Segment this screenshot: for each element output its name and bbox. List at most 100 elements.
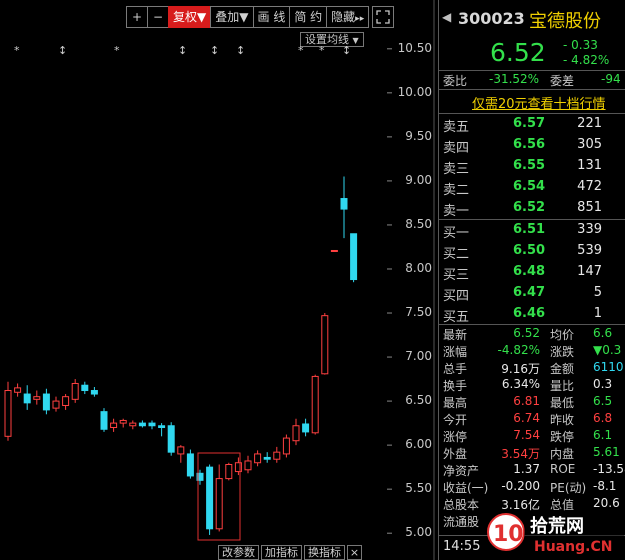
weibi-label: 委比 — [443, 74, 468, 88]
stat-value: -8.1 — [593, 479, 617, 493]
candle[interactable] — [52, 396, 60, 412]
sell-level-row[interactable]: 卖一 6.52 851 — [443, 200, 625, 221]
candle[interactable] — [167, 422, 175, 456]
candle[interactable] — [263, 452, 271, 463]
stat-label: 涨跌 — [550, 345, 575, 359]
event-marker[interactable]: * — [298, 44, 304, 57]
candle[interactable] — [292, 418, 300, 446]
candle[interactable] — [350, 233, 358, 283]
candle[interactable] — [71, 379, 79, 403]
candle[interactable] — [177, 445, 185, 463]
candle-body — [206, 466, 214, 530]
candle[interactable] — [81, 381, 89, 395]
nav-left-icon[interactable]: ◀ — [442, 10, 451, 24]
sell-level-price: 6.52 — [513, 200, 546, 215]
candle[interactable] — [138, 420, 146, 428]
buy-level-row[interactable]: 买四 6.47 5 — [443, 285, 625, 306]
candle[interactable] — [110, 418, 118, 432]
candle[interactable] — [311, 374, 319, 435]
candle[interactable] — [33, 390, 41, 405]
zoom-out-button[interactable]: − — [147, 6, 169, 28]
yincang-button[interactable]: 隐藏▸▸ — [326, 6, 370, 28]
candle[interactable] — [282, 434, 290, 458]
sell-level-row[interactable]: 卖五 6.57 221 — [443, 116, 625, 137]
sell-level-price: 6.56 — [513, 137, 546, 152]
huaxian-button[interactable]: 画 线 — [252, 6, 291, 28]
buy-level-volume: 339 — [577, 222, 602, 237]
event-marker[interactable]: * — [14, 44, 20, 57]
divider — [439, 324, 625, 325]
stat-label: 昨收 — [550, 413, 575, 427]
event-marker[interactable]: * — [319, 44, 325, 57]
buy-level-row[interactable]: 买一 6.51 339 — [443, 222, 625, 243]
event-marker[interactable]: ↕ — [58, 44, 67, 57]
candle[interactable] — [340, 176, 348, 239]
candle[interactable] — [4, 381, 12, 441]
buy-level-price: 6.50 — [513, 243, 546, 258]
expand-icon[interactable] — [372, 6, 395, 28]
candle[interactable] — [14, 383, 22, 397]
candle[interactable] — [90, 386, 98, 397]
level2-promo-link[interactable]: 仅需20元查看十档行情 — [472, 93, 606, 112]
price-tick-label: 10.00 — [397, 84, 432, 99]
candle-body — [340, 198, 348, 210]
stock-code: 300023 — [458, 9, 525, 28]
candle[interactable] — [206, 464, 214, 535]
price-tick-label: 5.00 — [405, 525, 432, 540]
buy-level-row[interactable]: 买三 6.48 147 — [443, 264, 625, 285]
candlestick-chart[interactable] — [0, 0, 438, 560]
candle[interactable] — [100, 408, 108, 432]
candle[interactable] — [23, 385, 31, 410]
stat-value: 6.1 — [593, 428, 613, 442]
event-marker[interactable]: ↕ — [236, 44, 245, 57]
buy-level-price: 6.46 — [513, 306, 546, 321]
double-chevron-right-icon: ▸▸ — [355, 14, 365, 24]
buy-level-volume: 5 — [593, 285, 602, 300]
candle[interactable] — [244, 455, 252, 474]
candle-body — [225, 463, 233, 480]
buy-level-label: 买四 — [443, 289, 470, 304]
candle[interactable] — [215, 464, 223, 532]
event-marker[interactable]: ↕ — [210, 44, 219, 57]
change-params-button[interactable]: 改参数 — [218, 545, 259, 560]
candle[interactable] — [148, 420, 156, 430]
watermark-url: Huang.CN — [534, 539, 612, 555]
candle[interactable] — [42, 388, 50, 415]
stat-row: 最新 6.52 均价 6.6 — [443, 326, 625, 343]
event-marker[interactable]: ↕ — [178, 44, 187, 57]
buy-level-row[interactable]: 买二 6.50 539 — [443, 243, 625, 264]
sell-level-row[interactable]: 卖二 6.54 472 — [443, 179, 625, 200]
stock-name: 宝德股份 — [529, 11, 601, 32]
event-marker[interactable]: * — [114, 44, 120, 57]
candle[interactable] — [62, 394, 70, 410]
switch-indicator-button[interactable]: 换指标 — [304, 545, 345, 560]
candle[interactable] — [254, 450, 262, 467]
fuquan-dropdown[interactable]: 复权▼ — [168, 6, 212, 28]
diejia-dropdown[interactable]: 叠加▼ — [210, 6, 254, 28]
stat-value: 6110 — [593, 360, 624, 374]
event-marker[interactable]: ↕ — [342, 44, 351, 57]
candle[interactable] — [321, 313, 329, 375]
candle[interactable] — [186, 449, 194, 479]
candle[interactable] — [273, 446, 281, 463]
jianyue-button[interactable]: 简 约 — [289, 6, 328, 28]
candle[interactable] — [119, 418, 127, 428]
close-icon[interactable]: × — [347, 545, 362, 560]
candle[interactable] — [330, 249, 338, 252]
candle[interactable] — [225, 462, 233, 481]
stat-row: 收益(一) -0.200 PE(动) -8.1 — [443, 479, 625, 496]
candle[interactable] — [302, 418, 310, 437]
candle[interactable] — [158, 423, 166, 437]
candle[interactable] — [129, 420, 137, 430]
stat-row: 今开 6.74 昨收 6.8 — [443, 411, 625, 428]
sell-level-row[interactable]: 卖三 6.55 131 — [443, 158, 625, 179]
ma-setting-dropdown[interactable]: 设置均线 ▼ — [300, 32, 364, 47]
kline-chart-panel[interactable]: + − 复权▼ 叠加▼ 画 线 简 约 隐藏▸▸ 设置均线 ▼ 10.50 10.… — [0, 0, 438, 560]
candle-body — [4, 390, 12, 437]
watermark-brand: 拾荒网 — [530, 515, 584, 537]
sell-level-row[interactable]: 卖四 6.56 305 — [443, 137, 625, 158]
add-indicator-button[interactable]: 加指标 — [261, 545, 302, 560]
zoom-in-button[interactable]: + — [126, 6, 148, 28]
stat-label: 跌停 — [550, 430, 575, 444]
price-tick-label: 7.50 — [405, 305, 432, 320]
